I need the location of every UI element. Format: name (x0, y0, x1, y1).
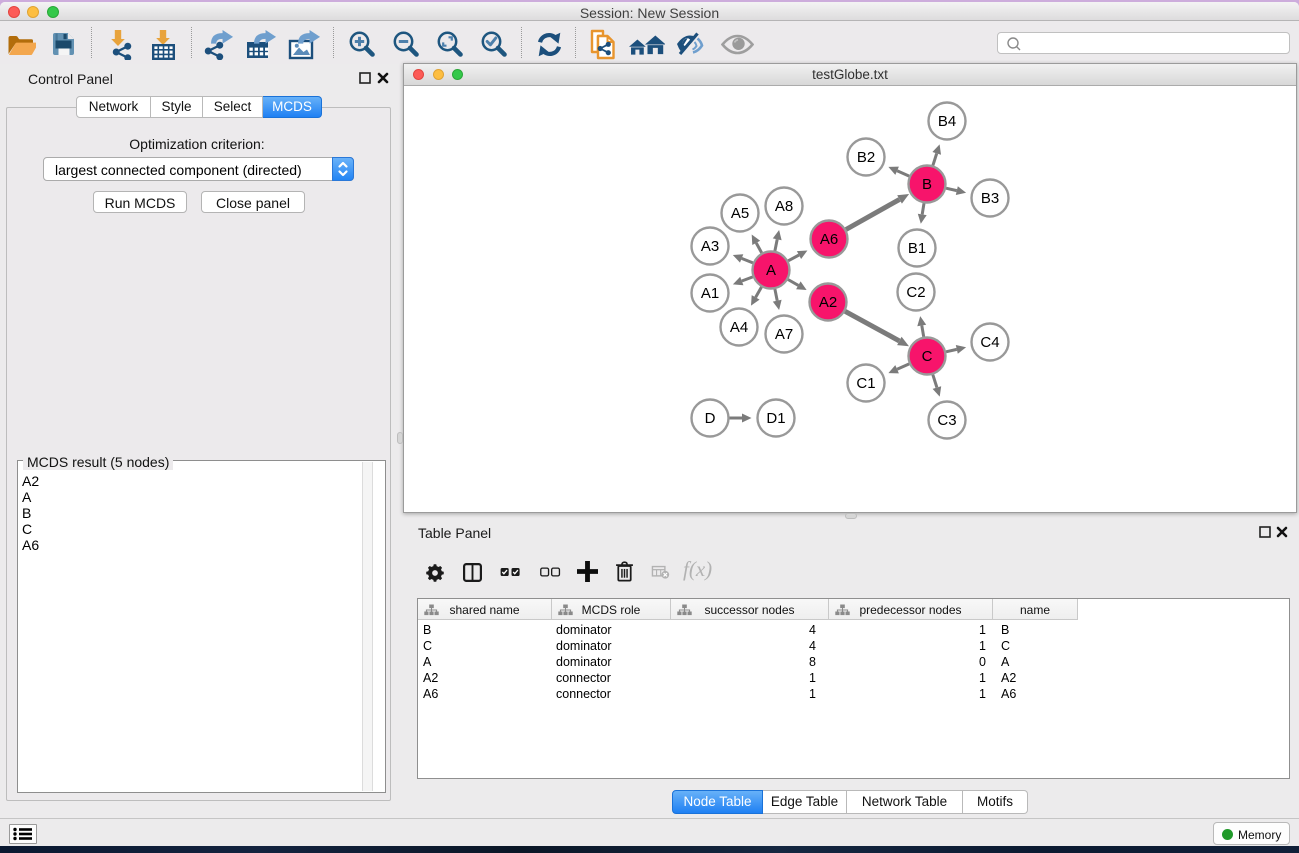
svg-text:A: A (766, 262, 776, 279)
svg-text:B3: B3 (981, 190, 999, 207)
svg-text:B2: B2 (857, 149, 875, 166)
svg-text:C1: C1 (856, 375, 875, 392)
svg-text:A2: A2 (819, 294, 837, 311)
svg-text:A6: A6 (820, 231, 838, 248)
svg-text:B: B (922, 176, 932, 193)
svg-text:A3: A3 (701, 238, 719, 255)
svg-text:C3: C3 (937, 412, 956, 429)
svg-text:A4: A4 (730, 319, 748, 336)
svg-text:A8: A8 (775, 198, 793, 215)
svg-text:A1: A1 (701, 285, 719, 302)
svg-text:C2: C2 (906, 284, 925, 301)
svg-text:D: D (705, 410, 716, 427)
svg-text:f(x): f(x) (683, 559, 712, 581)
svg-text:C4: C4 (980, 334, 999, 351)
svg-text:B4: B4 (938, 113, 956, 130)
svg-text:B1: B1 (908, 240, 926, 257)
svg-text:C: C (922, 348, 933, 365)
svg-text:A7: A7 (775, 326, 793, 343)
svg-text:D1: D1 (766, 410, 785, 427)
svg-text:A5: A5 (731, 205, 749, 222)
